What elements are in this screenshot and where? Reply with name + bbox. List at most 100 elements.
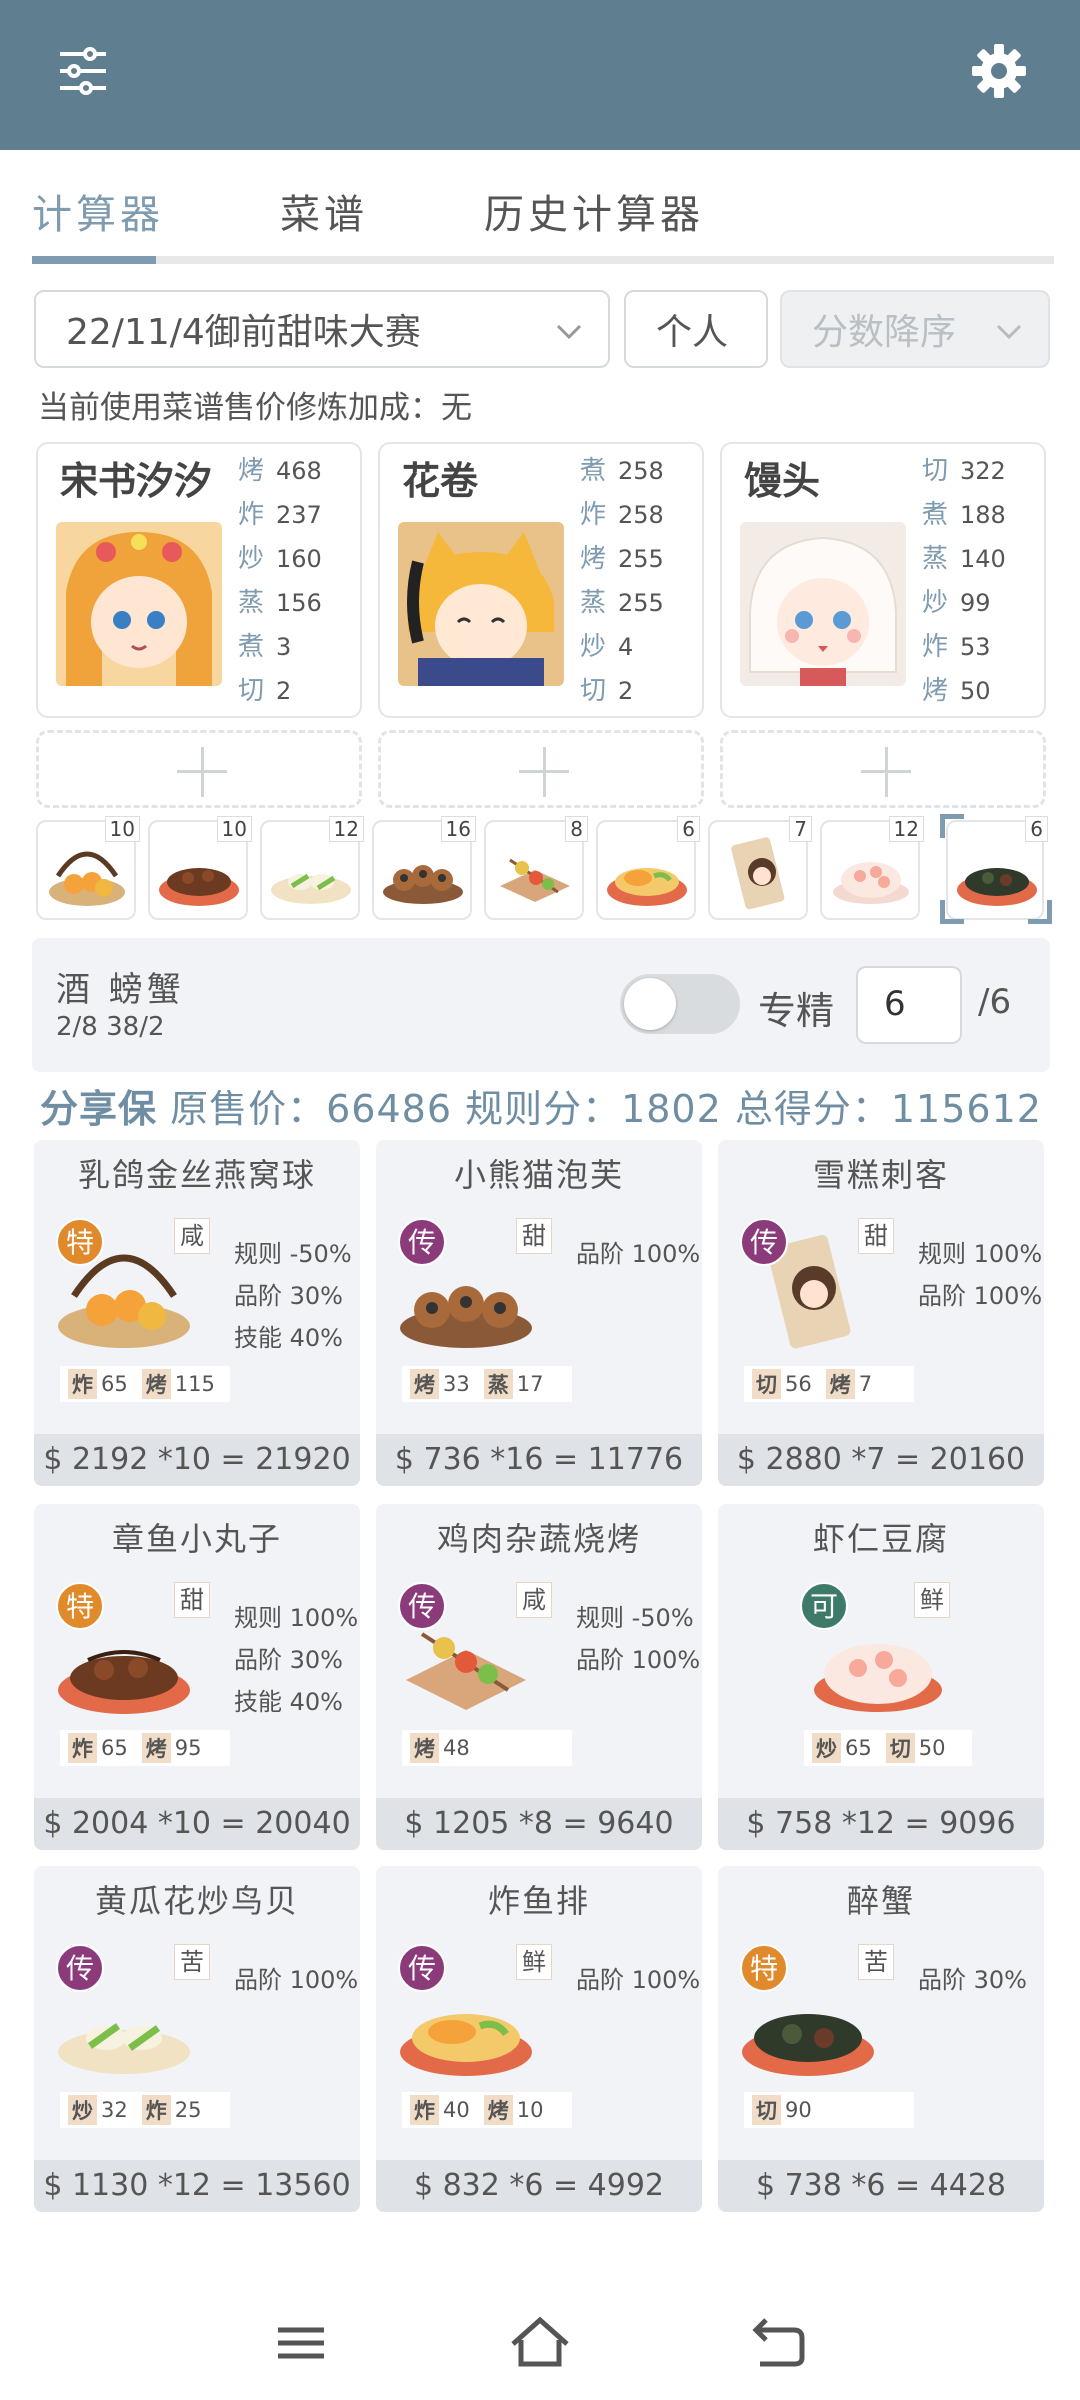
mode-select-value: 个人	[656, 312, 729, 353]
selection-bracket	[1028, 900, 1052, 924]
chef-card[interactable]: 花卷 煮 258 炸 258 烤 255 蒸 255 炒4 切2	[378, 442, 704, 718]
dish-thumbnail[interactable]: 6	[596, 816, 700, 920]
dish-thumbnail[interactable]: 10	[36, 816, 140, 920]
system-nav-bar	[0, 2286, 1080, 2400]
skill-key: 烤	[141, 1369, 171, 1399]
recipe-card[interactable]: 乳鸽金丝燕窝球特 咸规则 -50% 品阶 30% 技能 40% 炸 65 烤 115 $ 219…	[34, 1140, 360, 1486]
recipe-card[interactable]: 醉蟹特 苦品阶 30% 切 90 $ 738 *6 = 4428	[718, 1866, 1044, 2212]
add-slot-button[interactable]	[378, 730, 704, 808]
recipe-bonus: 品阶 30%	[918, 1966, 1027, 1994]
recipe-bonus: 技能 40%	[234, 1324, 343, 1352]
chef-card[interactable]: 宋书汐汐 烤 468 炸 237 炒 160 蒸 156 煮3 切2	[36, 442, 362, 718]
recipe-card[interactable]: 黄瓜花炒鸟贝传 苦品阶 100% 炒 32 炸 25 $ 1130 *12 = 13560	[34, 1866, 360, 2212]
recipe-bonus: 品阶 100%	[918, 1282, 1043, 1310]
share-save-link[interactable]: 分享保	[40, 1087, 157, 1131]
gear-icon[interactable]	[966, 38, 1032, 104]
sort-select-value: 分数降序	[812, 312, 957, 353]
flavor-tag: 咸	[174, 1218, 210, 1254]
skill-key: 烤	[483, 2095, 513, 2125]
skill-value: 17	[516, 1372, 544, 1396]
dish-thumbnail[interactable]: 16	[372, 816, 476, 920]
recipe-price-total: $ 2004 *10 = 20040	[34, 1798, 360, 1850]
flavor-tag: 咸	[516, 1582, 552, 1618]
plus-icon-stroke	[201, 747, 204, 797]
recipe-card[interactable]: 鸡肉杂蔬烧烤传 咸规则 -50% 品阶 100% 烤 48 $ 1205 *8 = 964…	[376, 1504, 702, 1850]
chef-portrait	[56, 522, 222, 686]
skill-value: 56	[785, 1372, 812, 1396]
sort-select[interactable]: 分数降序	[780, 290, 1050, 368]
skill-value: 65	[101, 1736, 128, 1760]
tab-recipes[interactable]: 菜谱	[280, 182, 368, 240]
recipe-bonus: 规则 100%	[234, 1604, 359, 1632]
recipe-bonus: 规则 -50%	[576, 1604, 694, 1632]
dish-thumbnail[interactable]: 12	[820, 816, 924, 920]
skill-requirements: 炒 65 切 50	[804, 1730, 972, 1766]
price-bonus-info: 当前使用菜谱售价修炼加成：无	[38, 390, 472, 426]
skill-requirements: 烤 33 蒸 17	[402, 1366, 572, 1402]
flavor-tag: 苦	[174, 1944, 210, 1980]
recipe-bonus: 规则 -50%	[234, 1240, 352, 1268]
skill-value: 48	[443, 1736, 470, 1760]
dish-thumbnail[interactable]: 12	[260, 816, 364, 920]
tab-calculator[interactable]: 计算器	[32, 182, 164, 240]
hamburger-icon[interactable]	[266, 2308, 336, 2378]
recipe-card[interactable]: 虾仁豆腐可 鲜炒 65 切 50 $ 758 *12 = 9096	[718, 1504, 1044, 1850]
tab-history-calculator[interactable]: 历史计算器	[484, 182, 704, 240]
flavor-tag: 甜	[174, 1582, 210, 1618]
chef-stat: 烤 468	[238, 456, 322, 486]
recipe-card[interactable]: 炸鱼排传 鲜品阶 100% 炸 40 烤 10 $ 832 *6 = 4992	[376, 1866, 702, 2212]
skill-requirements: 炒 32 炸 25	[60, 2092, 230, 2128]
dish-thumbnail[interactable]: 7	[708, 816, 812, 920]
skill-key: 炒	[68, 2095, 97, 2125]
back-icon[interactable]	[744, 2308, 814, 2378]
recipe-card[interactable]: 雪糕刺客传 甜规则 100% 品阶 100% 切 56 烤 7 $ 2880 *7 = 201…	[718, 1140, 1044, 1486]
skill-key: 烤	[825, 1369, 855, 1399]
chef-stat: 煮 258	[580, 456, 664, 486]
add-slot-button[interactable]	[720, 730, 1046, 808]
condition-panel: 酒 螃蟹 2/8 38/2 专精 6 /6	[32, 938, 1050, 1072]
chevron-down-icon	[996, 324, 1022, 340]
recipe-name: 黄瓜花炒鸟贝	[94, 1882, 299, 1920]
recipe-price-total: $ 738 *6 = 4428	[718, 2160, 1044, 2212]
skill-value: 40	[443, 2098, 470, 2122]
chef-card[interactable]: 馒头 切 322 煮 188 蒸 140 炒 99 炸 53 烤 50	[720, 442, 1046, 718]
skill-key: 蒸	[483, 1369, 513, 1399]
mode-select[interactable]: 个人	[624, 290, 768, 368]
chef-stat: 炸 258	[580, 500, 664, 530]
plus-icon-stroke	[543, 747, 546, 797]
skill-requirements: 炸 40 烤 10	[402, 2092, 572, 2128]
dish-thumbnail[interactable]: 8	[484, 816, 588, 920]
recipe-card[interactable]: 章鱼小丸子特 甜规则 100% 品阶 30% 技能 40% 炸 65 烤 95 $ 2004 *…	[34, 1504, 360, 1850]
flavor-tag: 苦	[858, 1944, 894, 1980]
sliders-icon[interactable]	[50, 38, 116, 104]
recipe-price-total: $ 2192 *10 = 21920	[34, 1434, 360, 1486]
score-summary: 分享保 原售价：66486 规则分：1802 总得分：115612	[40, 1078, 1042, 1133]
skill-key: 切	[752, 1369, 781, 1399]
skill-value: 95	[174, 1736, 202, 1760]
specialty-toggle[interactable]	[620, 974, 740, 1034]
skill-value: 65	[845, 1736, 872, 1760]
flavor-tag: 甜	[858, 1218, 894, 1254]
chef-portrait	[398, 522, 564, 686]
chef-name: 宋书汐汐	[60, 459, 213, 503]
event-select-value: 22/11/4御前甜味大赛	[66, 312, 421, 353]
dish-thumbnail[interactable]: 10	[148, 816, 252, 920]
skill-key: 烤	[410, 1369, 439, 1399]
plus-icon-stroke	[885, 747, 888, 797]
chef-stat: 蒸 255	[580, 588, 664, 618]
event-select[interactable]: 22/11/4御前甜味大赛	[34, 290, 610, 368]
skill-key: 炸	[68, 1369, 97, 1399]
chef-stat: 烤 50	[922, 676, 991, 706]
rarity-badge: 传	[398, 1944, 446, 1992]
top-app-bar	[0, 0, 1080, 150]
condition-title: 酒 螃蟹	[56, 970, 185, 1010]
skill-requirements: 炸 65 烤 115	[60, 1366, 230, 1402]
tab-bar: 计算器 菜谱 历史计算器	[32, 160, 1054, 264]
recipe-card[interactable]: 小熊猫泡芙传 甜品阶 100% 烤 33 蒸 17 $ 736 *16 = 11776	[376, 1140, 702, 1486]
selection-bracket	[940, 814, 964, 838]
recipe-price-total: $ 758 *12 = 9096	[718, 1798, 1044, 1850]
specialty-input[interactable]: 6	[856, 966, 962, 1044]
chef-stat: 炒 160	[238, 544, 322, 574]
home-icon[interactable]	[505, 2308, 575, 2378]
add-slot-button[interactable]	[36, 730, 362, 808]
